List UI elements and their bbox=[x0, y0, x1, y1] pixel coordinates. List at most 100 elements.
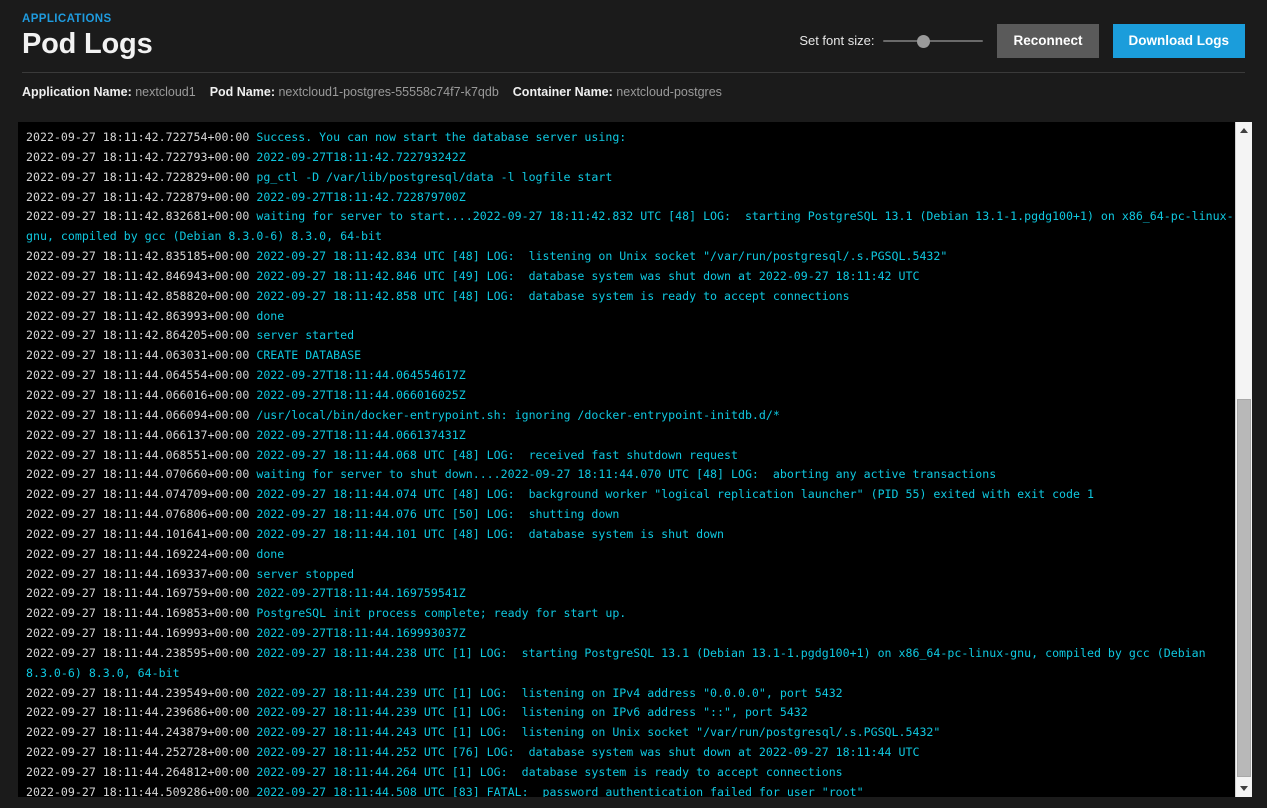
log-line: 2022-09-27 18:11:44.169853+00:00 Postgre… bbox=[26, 604, 1235, 624]
log-line: 2022-09-27 18:11:44.169224+00:00 done bbox=[26, 545, 1235, 565]
log-line: 2022-09-27 18:11:44.066094+00:00 /usr/lo… bbox=[26, 406, 1235, 426]
log-timestamp: 2022-09-27 18:11:44.243879+00:00 bbox=[26, 725, 256, 739]
log-message: 2022-09-27T18:11:44.169759541Z bbox=[256, 586, 465, 600]
log-message: 2022-09-27 18:11:44.074 UTC [48] LOG: ba… bbox=[256, 487, 1094, 501]
log-timestamp: 2022-09-27 18:11:44.238595+00:00 bbox=[26, 646, 256, 660]
log-timestamp: 2022-09-27 18:11:44.074709+00:00 bbox=[26, 487, 256, 501]
log-message: 2022-09-27 18:11:42.834 UTC [48] LOG: li… bbox=[256, 249, 947, 263]
log-timestamp: 2022-09-27 18:11:42.722879+00:00 bbox=[26, 190, 256, 204]
application-name-value: nextcloud1 bbox=[135, 85, 195, 99]
log-message: 2022-09-27 18:11:44.239 UTC [1] LOG: lis… bbox=[256, 686, 842, 700]
pod-logs-page: APPLICATIONS Pod Logs Set font size: Rec… bbox=[0, 0, 1267, 808]
pod-metadata-row: Application Name: nextcloud1 Pod Name: ne… bbox=[0, 73, 1267, 109]
log-line: 2022-09-27 18:11:44.238595+00:00 2022-09… bbox=[26, 644, 1235, 684]
log-message: 2022-09-27T18:11:44.066137431Z bbox=[256, 428, 465, 442]
log-message: Success. You can now start the database … bbox=[256, 130, 626, 144]
log-message: 2022-09-27T18:11:44.064554617Z bbox=[256, 368, 465, 382]
log-output[interactable]: 2022-09-27 18:11:42.722754+00:00 Success… bbox=[18, 122, 1235, 797]
download-logs-button[interactable]: Download Logs bbox=[1113, 24, 1246, 58]
log-line: 2022-09-27 18:11:44.243879+00:00 2022-09… bbox=[26, 723, 1235, 743]
log-timestamp: 2022-09-27 18:11:44.169337+00:00 bbox=[26, 567, 256, 581]
application-name-field: Application Name: nextcloud1 bbox=[22, 85, 196, 99]
chevron-down-icon bbox=[1240, 786, 1248, 791]
log-message: server started bbox=[256, 328, 354, 342]
log-timestamp: 2022-09-27 18:11:42.846943+00:00 bbox=[26, 269, 256, 283]
log-message: 2022-09-27 18:11:44.239 UTC [1] LOG: lis… bbox=[256, 705, 807, 719]
log-line: 2022-09-27 18:11:42.722829+00:00 pg_ctl … bbox=[26, 168, 1235, 188]
log-timestamp: 2022-09-27 18:11:44.076806+00:00 bbox=[26, 507, 256, 521]
pod-name-field: Pod Name: nextcloud1-postgres-55558c74f7… bbox=[210, 85, 499, 99]
log-timestamp: 2022-09-27 18:11:44.239686+00:00 bbox=[26, 705, 256, 719]
log-line: 2022-09-27 18:11:44.074709+00:00 2022-09… bbox=[26, 485, 1235, 505]
log-message: done bbox=[256, 547, 284, 561]
log-line: 2022-09-27 18:11:44.066137+00:00 2022-09… bbox=[26, 426, 1235, 446]
log-line: 2022-09-27 18:11:44.239549+00:00 2022-09… bbox=[26, 684, 1235, 704]
scroll-down-button[interactable] bbox=[1236, 780, 1252, 797]
log-timestamp: 2022-09-27 18:11:44.252728+00:00 bbox=[26, 745, 256, 759]
log-line: 2022-09-27 18:11:42.722754+00:00 Success… bbox=[26, 128, 1235, 148]
log-timestamp: 2022-09-27 18:11:44.063031+00:00 bbox=[26, 348, 256, 362]
application-name-label: Application Name: bbox=[22, 85, 132, 99]
scrollbar-thumb[interactable] bbox=[1237, 399, 1251, 777]
header-divider bbox=[22, 72, 1245, 73]
log-line: 2022-09-27 18:11:44.070660+00:00 waiting… bbox=[26, 465, 1235, 485]
log-timestamp: 2022-09-27 18:11:44.264812+00:00 bbox=[26, 765, 256, 779]
log-line: 2022-09-27 18:11:44.101641+00:00 2022-09… bbox=[26, 525, 1235, 545]
log-panel: 2022-09-27 18:11:42.722754+00:00 Success… bbox=[18, 122, 1252, 797]
log-line: 2022-09-27 18:11:44.076806+00:00 2022-09… bbox=[26, 505, 1235, 525]
log-scrollbar[interactable] bbox=[1235, 122, 1252, 797]
log-line: 2022-09-27 18:11:44.252728+00:00 2022-09… bbox=[26, 743, 1235, 763]
log-line: 2022-09-27 18:11:42.722879+00:00 2022-09… bbox=[26, 188, 1235, 208]
log-line: 2022-09-27 18:11:42.846943+00:00 2022-09… bbox=[26, 267, 1235, 287]
log-timestamp: 2022-09-27 18:11:44.239549+00:00 bbox=[26, 686, 256, 700]
log-message: 2022-09-27T18:11:44.169993037Z bbox=[256, 626, 465, 640]
log-message: 2022-09-27 18:11:44.076 UTC [50] LOG: sh… bbox=[256, 507, 619, 521]
log-timestamp: 2022-09-27 18:11:44.169224+00:00 bbox=[26, 547, 256, 561]
slider-track[interactable] bbox=[883, 40, 983, 42]
header-controls: Set font size: Reconnect Download Logs bbox=[799, 24, 1245, 58]
log-timestamp: 2022-09-27 18:11:44.064554+00:00 bbox=[26, 368, 256, 382]
log-timestamp: 2022-09-27 18:11:42.863993+00:00 bbox=[26, 309, 256, 323]
log-line: 2022-09-27 18:11:42.864205+00:00 server … bbox=[26, 326, 1235, 346]
font-size-slider[interactable] bbox=[883, 32, 983, 50]
font-size-label: Set font size: bbox=[799, 33, 874, 49]
log-timestamp: 2022-09-27 18:11:42.722793+00:00 bbox=[26, 150, 256, 164]
log-timestamp: 2022-09-27 18:11:42.722829+00:00 bbox=[26, 170, 256, 184]
font-size-control: Set font size: bbox=[799, 32, 983, 50]
pod-name-label: Pod Name: bbox=[210, 85, 275, 99]
log-message: /usr/local/bin/docker-entrypoint.sh: ign… bbox=[256, 408, 780, 422]
container-name-value: nextcloud-postgres bbox=[616, 85, 722, 99]
log-line: 2022-09-27 18:11:44.169337+00:00 server … bbox=[26, 565, 1235, 585]
log-message: pg_ctl -D /var/lib/postgresql/data -l lo… bbox=[256, 170, 612, 184]
log-message: 2022-09-27T18:11:44.066016025Z bbox=[256, 388, 465, 402]
pod-name-value: nextcloud1-postgres-55558c74f7-k7qdb bbox=[278, 85, 498, 99]
log-line: 2022-09-27 18:11:42.863993+00:00 done bbox=[26, 307, 1235, 327]
chevron-up-icon bbox=[1240, 128, 1248, 133]
log-timestamp: 2022-09-27 18:11:42.864205+00:00 bbox=[26, 328, 256, 342]
log-line: 2022-09-27 18:11:44.264812+00:00 2022-09… bbox=[26, 763, 1235, 783]
log-message: PostgreSQL init process complete; ready … bbox=[256, 606, 626, 620]
log-message: 2022-09-27T18:11:42.722793242Z bbox=[256, 150, 465, 164]
log-timestamp: 2022-09-27 18:11:44.509286+00:00 bbox=[26, 785, 256, 797]
log-message: 2022-09-27 18:11:44.508 UTC [83] FATAL: … bbox=[256, 785, 863, 797]
log-timestamp: 2022-09-27 18:11:42.858820+00:00 bbox=[26, 289, 256, 303]
log-line: 2022-09-27 18:11:44.169759+00:00 2022-09… bbox=[26, 584, 1235, 604]
log-timestamp: 2022-09-27 18:11:42.722754+00:00 bbox=[26, 130, 256, 144]
container-name-label: Container Name: bbox=[513, 85, 613, 99]
log-message: 2022-09-27 18:11:44.243 UTC [1] LOG: lis… bbox=[256, 725, 940, 739]
slider-thumb[interactable] bbox=[917, 35, 930, 48]
page-header: APPLICATIONS Pod Logs Set font size: Rec… bbox=[0, 0, 1267, 73]
log-message: server stopped bbox=[256, 567, 354, 581]
log-timestamp: 2022-09-27 18:11:44.169759+00:00 bbox=[26, 586, 256, 600]
log-line: 2022-09-27 18:11:44.239686+00:00 2022-09… bbox=[26, 703, 1235, 723]
log-message: 2022-09-27 18:11:44.068 UTC [48] LOG: re… bbox=[256, 448, 738, 462]
log-line: 2022-09-27 18:11:44.509286+00:00 2022-09… bbox=[26, 783, 1235, 797]
log-timestamp: 2022-09-27 18:11:44.169993+00:00 bbox=[26, 626, 256, 640]
log-timestamp: 2022-09-27 18:11:42.832681+00:00 bbox=[26, 209, 256, 223]
log-line: 2022-09-27 18:11:42.722793+00:00 2022-09… bbox=[26, 148, 1235, 168]
scroll-up-button[interactable] bbox=[1236, 122, 1252, 139]
reconnect-button[interactable]: Reconnect bbox=[997, 24, 1098, 58]
log-timestamp: 2022-09-27 18:11:42.835185+00:00 bbox=[26, 249, 256, 263]
log-timestamp: 2022-09-27 18:11:44.066016+00:00 bbox=[26, 388, 256, 402]
log-line: 2022-09-27 18:11:44.068551+00:00 2022-09… bbox=[26, 446, 1235, 466]
